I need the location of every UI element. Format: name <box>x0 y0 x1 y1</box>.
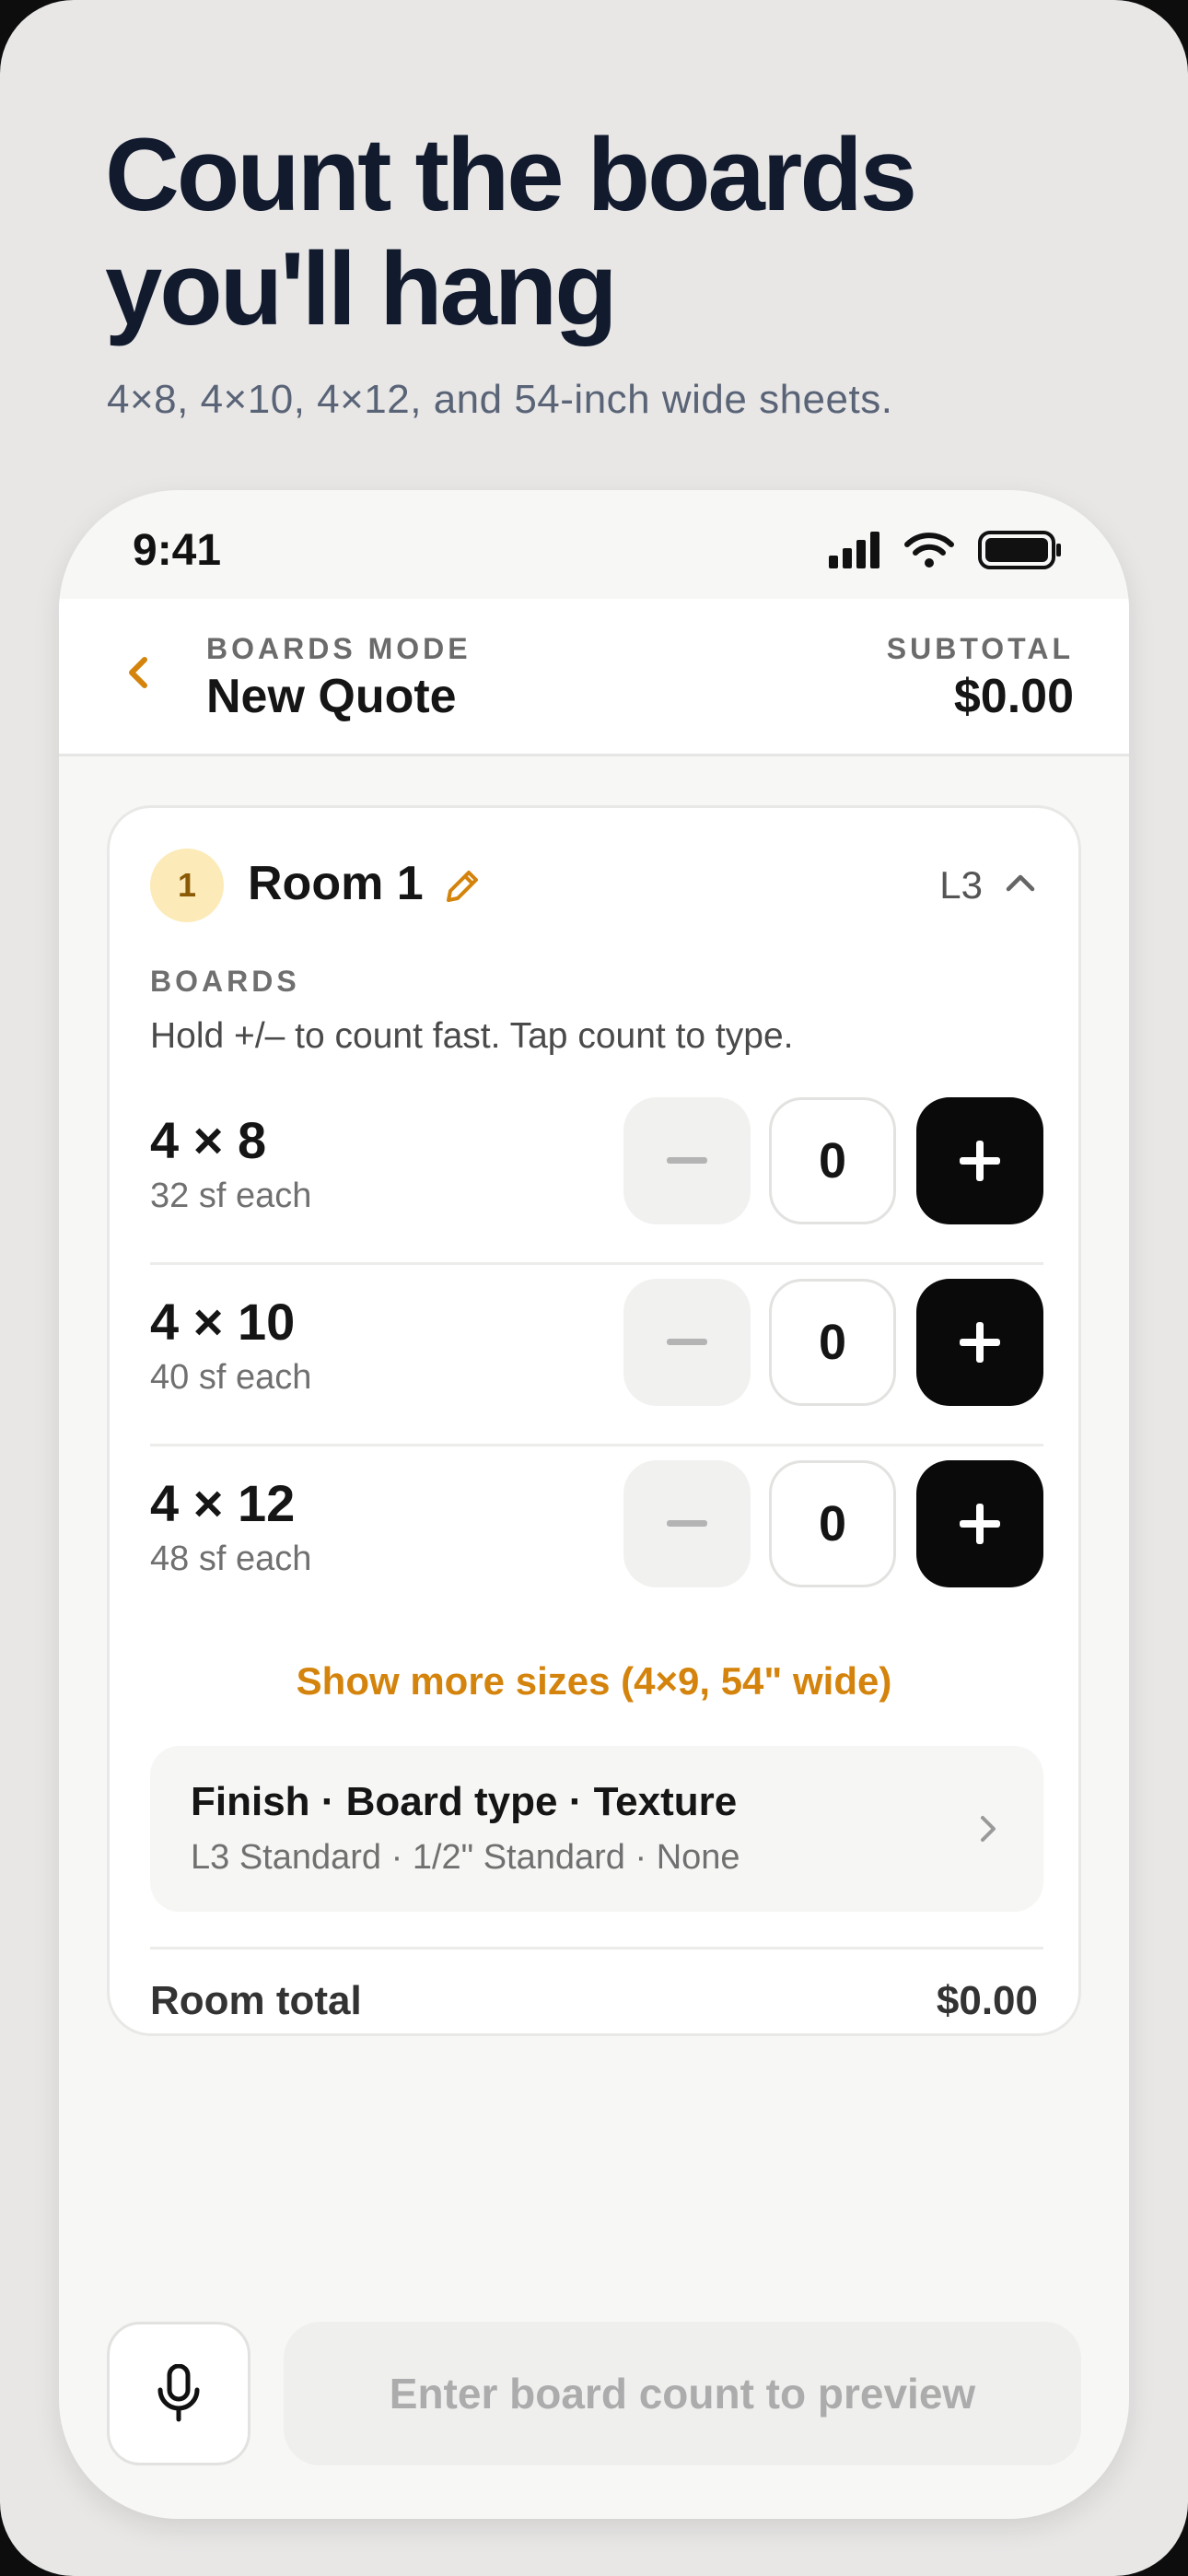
room-total-label: Room total <box>150 1978 362 2023</box>
back-button[interactable] <box>114 636 160 709</box>
plus-icon <box>960 1322 1000 1363</box>
finish-settings-row[interactable]: Finish · Board type · Texture L3 Standar… <box>150 1746 1043 1912</box>
increment-button[interactable] <box>916 1097 1043 1224</box>
board-area: 48 sf each <box>150 1540 312 1578</box>
show-more-sizes-link[interactable]: Show more sizes (4×9, 54" wide) <box>110 1659 1078 1704</box>
status-bar: 9:41 <box>59 490 1129 599</box>
room-card: 1 Room 1 L3 BOARDS Hold +/– to count fas… <box>107 805 1081 2036</box>
board-size: 4 × 10 <box>150 1293 296 1351</box>
minus-icon <box>667 1520 707 1527</box>
board-area: 32 sf each <box>150 1177 312 1215</box>
preview-button[interactable]: Enter board count to preview <box>284 2322 1081 2465</box>
status-icons <box>829 531 1063 569</box>
board-area: 40 sf each <box>150 1358 312 1397</box>
pencil-icon[interactable] <box>439 863 485 909</box>
room-number-badge: 1 <box>150 849 224 922</box>
subtotal-value: $0.00 <box>953 670 1074 723</box>
count-input[interactable]: 0 <box>769 1279 896 1406</box>
battery-icon <box>978 531 1061 569</box>
plus-icon <box>960 1141 1000 1181</box>
chevron-right-icon <box>981 1816 996 1842</box>
boards-label: BOARDS <box>150 965 300 998</box>
hero-title-line1: Count the boards <box>105 117 917 232</box>
finish-detail: L3 Standard · 1/2" Standard · None <box>191 1838 740 1877</box>
board-size: 4 × 8 <box>150 1111 267 1169</box>
chevron-up-icon[interactable] <box>997 860 1043 906</box>
room-level: L3 <box>939 863 983 907</box>
hero-subtitle: 4×8, 4×10, 4×12, and 54-inch wide sheets… <box>107 377 893 422</box>
chevron-left-icon <box>129 657 147 688</box>
screen: Count the boards you'll hang 4×8, 4×10, 4… <box>0 0 1188 2576</box>
hero-title: Count the boards you'll hang <box>105 117 917 346</box>
phone-mockup: 9:41 BOARDS MODE New Quote SUBTOTAL $0.0… <box>59 490 1129 2519</box>
increment-button[interactable] <box>916 1279 1043 1406</box>
minus-icon <box>667 1157 707 1164</box>
mode-label: BOARDS MODE <box>206 632 472 665</box>
subtotal-label: SUBTOTAL <box>886 632 1074 665</box>
count-input[interactable]: 0 <box>769 1097 896 1224</box>
board-row-4x8: 4 × 8 32 sf each 0 <box>150 1084 1043 1265</box>
board-row-4x12: 4 × 12 48 sf each 0 <box>150 1447 1043 1628</box>
wifi-icon <box>904 533 954 568</box>
decrement-button[interactable] <box>623 1097 751 1224</box>
room-name[interactable]: Room 1 <box>248 856 424 911</box>
room-total-value: $0.00 <box>936 1978 1038 2023</box>
finish-title: Finish · Board type · Texture <box>191 1779 738 1824</box>
signal-icon <box>829 532 879 568</box>
voice-input-button[interactable] <box>107 2322 250 2465</box>
hero-title-line2: you'll hang <box>105 231 618 346</box>
divider <box>150 1947 1043 1950</box>
plus-icon <box>960 1504 1000 1544</box>
count-input[interactable]: 0 <box>769 1460 896 1587</box>
microphone-icon <box>157 2364 200 2422</box>
boards-hint: Hold +/– to count fast. Tap count to typ… <box>150 1016 794 1056</box>
board-row-4x10: 4 × 10 40 sf each 0 <box>150 1266 1043 1446</box>
decrement-button[interactable] <box>623 1460 751 1587</box>
board-size: 4 × 12 <box>150 1474 296 1532</box>
increment-button[interactable] <box>916 1460 1043 1587</box>
decrement-button[interactable] <box>623 1279 751 1406</box>
status-time: 9:41 <box>133 526 222 575</box>
quote-title: New Quote <box>206 670 457 723</box>
quote-header: BOARDS MODE New Quote SUBTOTAL $0.00 <box>59 599 1129 756</box>
minus-icon <box>667 1339 707 1345</box>
